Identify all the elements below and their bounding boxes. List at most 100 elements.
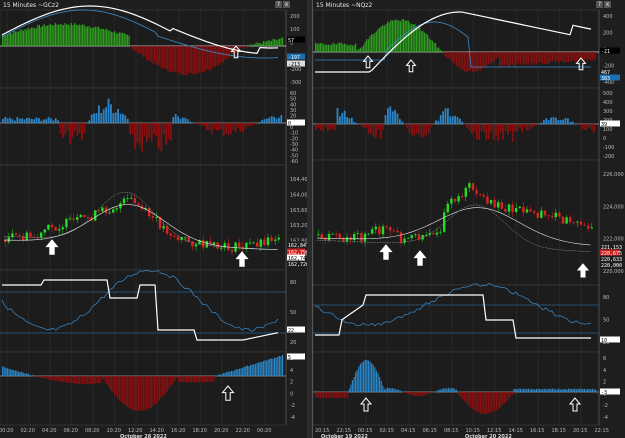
histogram-bar — [80, 25, 82, 46]
histogram-bar — [104, 376, 106, 383]
histogram-bar — [443, 52, 445, 54]
axis-tick-label: -4 — [290, 415, 295, 421]
volume-bar — [401, 121, 404, 124]
histogram-bar — [503, 392, 505, 404]
histogram-bar — [139, 376, 141, 411]
candle — [29, 232, 32, 237]
histogram-bar — [142, 46, 144, 58]
candle — [374, 226, 377, 230]
histogram-bar — [516, 389, 518, 392]
volume-bar — [485, 124, 488, 141]
volume-bar — [317, 124, 320, 129]
volume-bar — [514, 124, 516, 132]
candle — [543, 210, 547, 216]
volume-bar — [449, 116, 452, 124]
histogram-bar — [258, 43, 260, 46]
candle — [317, 234, 320, 236]
histogram-bar — [155, 376, 157, 404]
histogram-bar — [436, 47, 438, 52]
histogram-bar — [371, 363, 373, 392]
histogram-bar — [107, 30, 109, 46]
histogram-bar — [404, 392, 406, 393]
histogram-bar — [420, 30, 422, 52]
histogram-bar — [10, 369, 12, 376]
volume-bar — [213, 123, 215, 130]
volume-bar — [275, 118, 278, 123]
histogram-bar — [499, 52, 501, 68]
histogram-bar — [563, 52, 565, 63]
volume-bar — [463, 124, 466, 125]
chart-window-nq[interactable]: 15 Minutes ~NQz2 ? x 4002000-200-4005004… — [312, 0, 625, 438]
histogram-bar — [248, 366, 250, 376]
volume-bar — [348, 118, 351, 124]
histogram-bar — [264, 41, 266, 46]
histogram-bar — [48, 24, 50, 46]
candle — [522, 206, 525, 213]
volume-bar — [62, 123, 64, 138]
histogram-bar — [375, 370, 377, 392]
histogram-bar — [99, 28, 101, 46]
histogram-bar — [18, 31, 20, 46]
histogram-bar — [109, 376, 111, 389]
histogram-bar — [74, 23, 76, 46]
time-tick-label: 22:20 — [236, 428, 250, 434]
histogram-bar — [390, 20, 392, 52]
candle — [263, 239, 266, 246]
histogram-bar — [13, 31, 15, 46]
histogram-bar — [22, 372, 24, 376]
histogram-bar — [361, 47, 363, 52]
histogram-bar — [174, 376, 176, 381]
chart-window-gc[interactable]: 15 Minutes ~GCz2 ? x 2001000-100-200-300… — [0, 0, 307, 438]
histogram-bar — [147, 46, 149, 61]
histogram-bar — [382, 385, 384, 392]
volume-bar — [270, 116, 273, 123]
histogram-bar — [173, 46, 175, 72]
volume-bar — [280, 115, 283, 123]
histogram-bar — [282, 37, 284, 46]
histogram-bar — [232, 370, 234, 376]
volume-bar — [437, 120, 440, 124]
histogram-bar — [155, 46, 157, 65]
histogram-bar — [473, 392, 475, 411]
volume-bar — [102, 109, 105, 123]
histogram-bar — [398, 20, 400, 52]
histogram-bar — [459, 392, 461, 396]
histogram-bar — [221, 374, 223, 376]
volume-bar — [90, 114, 93, 123]
axis-tick-label: 200 — [603, 31, 613, 37]
candle — [389, 227, 392, 231]
chart-canvas[interactable]: 2001000-100-200-3006050403020100-10-20-3… — [0, 0, 307, 438]
histogram-bar — [355, 43, 357, 52]
histogram-bar — [282, 354, 284, 376]
histogram-bar — [374, 367, 376, 392]
volume-bar — [191, 122, 194, 123]
chart-canvas[interactable]: 4002000-200-4005004003002001000-100-2002… — [313, 0, 625, 438]
volume-bar — [186, 119, 189, 123]
histogram-bar — [583, 388, 585, 392]
histogram-bar — [433, 42, 435, 52]
histogram-bar — [515, 52, 517, 66]
histogram-bar — [468, 392, 470, 407]
histogram-bar — [518, 388, 520, 392]
histogram-bar — [590, 52, 592, 62]
volume-bar — [420, 124, 423, 138]
time-tick-label: 04:20 — [42, 428, 56, 434]
histogram-bar — [280, 356, 282, 376]
axis-tick-label: -200 — [603, 154, 614, 160]
histogram-bar — [585, 52, 587, 60]
histogram-bar — [86, 26, 88, 46]
histogram-bar — [48, 376, 50, 380]
histogram-bar — [11, 369, 13, 376]
candle — [108, 212, 111, 214]
volume-bar — [447, 108, 449, 124]
histogram-bar — [593, 389, 595, 392]
volume-bar — [483, 124, 485, 133]
histogram-bar — [118, 376, 120, 401]
candle — [137, 203, 140, 206]
histogram-bar — [318, 43, 320, 52]
histogram-bar — [372, 34, 374, 52]
histogram-bar — [38, 376, 40, 378]
histogram-bar — [50, 24, 52, 46]
histogram-bar — [5, 367, 7, 376]
volume-bar — [100, 112, 103, 123]
